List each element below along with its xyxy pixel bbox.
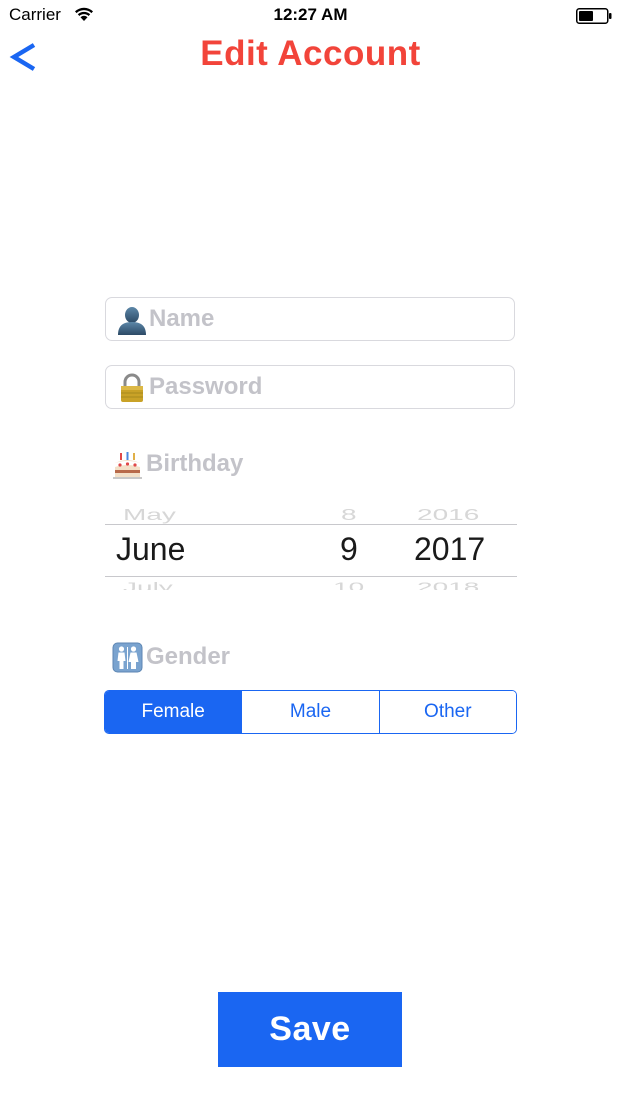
picker-day-next[interactable]: 10: [333, 580, 364, 590]
person-silhouette-icon: [118, 307, 146, 335]
gender-option-male[interactable]: Male: [241, 691, 379, 733]
gender-label-text: Gender: [146, 643, 231, 670]
picker-month-next[interactable]: July: [123, 580, 173, 590]
name-field[interactable]: Name: [105, 297, 515, 341]
picker-selection-top-line: [105, 524, 517, 525]
gender-label: Gender: [112, 640, 272, 674]
gender-option-other[interactable]: Other: [378, 691, 516, 733]
gender-option-female[interactable]: Female: [105, 691, 242, 733]
birthday-label: Birthday: [112, 447, 272, 481]
name-placeholder: Name: [149, 305, 215, 332]
padlock-icon: [121, 373, 143, 402]
status-bar: Carrier 12:27 AM: [0, 0, 621, 32]
battery-icon: [576, 8, 612, 24]
picker-year-selected[interactable]: 2017: [414, 531, 485, 568]
picker-selection-bottom-line: [105, 576, 517, 577]
picker-day-selected[interactable]: 9: [340, 531, 358, 568]
password-placeholder: Password: [149, 373, 263, 400]
page-title: Edit Account: [200, 34, 421, 73]
birthday-cake-icon: [113, 452, 142, 479]
picker-day-prev[interactable]: 8: [341, 506, 357, 524]
picker-year-next[interactable]: 2018: [417, 580, 479, 590]
picker-month-prev[interactable]: May: [123, 506, 176, 524]
status-time: 12:27 AM: [273, 5, 348, 24]
picker-month-selected[interactable]: June: [116, 531, 185, 568]
birthday-label-text: Birthday: [146, 450, 244, 477]
restroom-icon: [112, 642, 143, 673]
save-button[interactable]: Save: [218, 992, 402, 1067]
birthday-date-picker[interactable]: May 8 2016 June 9 2017 July 10 2018: [105, 500, 517, 590]
password-field[interactable]: Password: [105, 365, 515, 409]
picker-year-prev[interactable]: 2016: [417, 506, 479, 524]
gender-segmented-control[interactable]: Female Male Other: [104, 690, 517, 734]
